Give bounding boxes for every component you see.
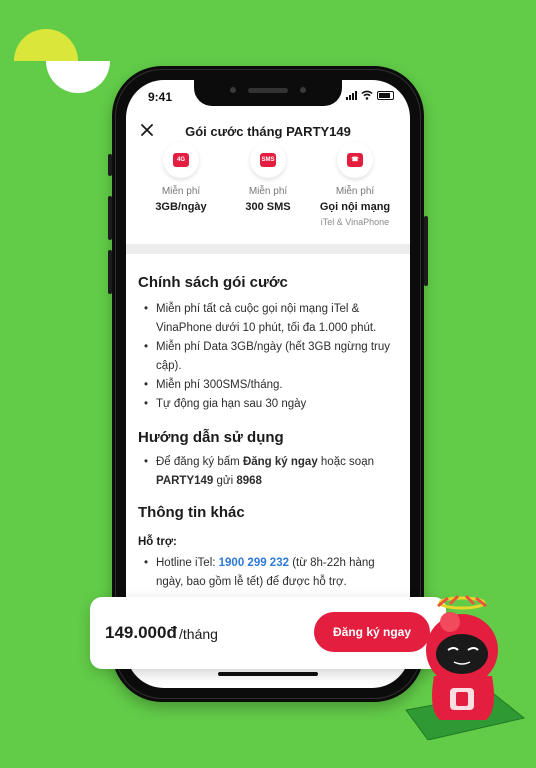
- price-unit: /tháng: [179, 626, 218, 642]
- feature-label: Miễn phí: [161, 186, 201, 197]
- feature-label: Miễn phí: [335, 186, 375, 197]
- volume-up-button: [108, 196, 112, 240]
- guide-syntax: PARTY149: [156, 475, 214, 487]
- mascot-illustration: [405, 594, 526, 740]
- sensor-dot: [230, 87, 236, 93]
- price-value: 149.000đ: [105, 623, 177, 642]
- volume-down-button: [108, 250, 112, 294]
- list-item: Tự động gia hạn sau 30 ngày: [138, 395, 400, 414]
- decor-white-half-circle: [46, 61, 110, 93]
- decor-yellow-half-circle: [14, 29, 78, 61]
- other-info-title: Thông tin khác: [138, 504, 245, 521]
- guide-text: Để đăng ký bấm: [156, 456, 243, 468]
- status-time: 9:41: [148, 90, 173, 104]
- list-item: Miễn phí tất cả cuộc gọi nội mạng iTel &…: [138, 300, 400, 338]
- section-divider: [126, 244, 410, 254]
- feature-note: iTel & VinaPhone: [320, 217, 390, 227]
- policy-list: Miễn phí tất cả cuộc gọi nội mạng iTel &…: [138, 300, 400, 414]
- page-title: Gói cước tháng PARTY149: [185, 124, 351, 139]
- speaker: [248, 88, 288, 93]
- guide-keyword: Đăng ký ngay: [242, 456, 318, 468]
- feature-label: Miễn phí: [248, 186, 288, 197]
- guide-title: Hướng dẫn sử dụng: [138, 429, 284, 446]
- status-icons: [346, 89, 394, 101]
- sms-icon: SMS: [250, 142, 286, 178]
- mute-switch: [108, 154, 112, 176]
- hotline-link[interactable]: 1900 299 232: [219, 557, 289, 569]
- home-indicator: [218, 672, 318, 676]
- guide-list: Để đăng ký bấm Đăng ký ngay hoặc soạn PA…: [138, 453, 400, 491]
- support-list: Hotline iTel: 1900 299 232 (từ 8h-22h hà…: [138, 554, 400, 592]
- battery-icon: [377, 90, 394, 100]
- feature-value: 300 SMS: [245, 201, 291, 213]
- support-label: Hỗ trợ:: [138, 536, 177, 548]
- list-item: Miễn phí 300SMS/tháng.: [138, 376, 400, 395]
- feature-value: Gọi nội mạng: [319, 201, 391, 213]
- feature-summary: 4G Miễn phí 3GB/ngày SMS Miễn phí 300 SM…: [126, 142, 410, 244]
- data-gift-icon: 4G: [163, 142, 199, 178]
- list-item: Miễn phí Data 3GB/ngày (hết 3GB ngừng tr…: [138, 338, 400, 376]
- power-button: [424, 216, 428, 286]
- guide-text: gửi: [213, 475, 237, 487]
- notch: [194, 80, 342, 106]
- guide-shortcode: 8968: [236, 475, 262, 487]
- signal-icon: [346, 90, 357, 100]
- list-item: Để đăng ký bấm Đăng ký ngay hoặc soạn PA…: [138, 453, 400, 491]
- guide-text: hoặc soạn: [317, 456, 374, 468]
- camera-dot: [300, 87, 306, 93]
- list-item: Hotline iTel: 1900 299 232 (từ 8h-22h hà…: [138, 554, 400, 592]
- phone-call-icon: ☎: [337, 142, 373, 178]
- policy-title: Chính sách gói cước: [138, 274, 288, 291]
- hotline-label: Hotline iTel:: [156, 557, 219, 569]
- feature-value: 3GB/ngày: [155, 201, 207, 213]
- price-bar: 149.000đ /tháng Đăng ký ngay: [90, 597, 446, 669]
- wifi-icon: [361, 90, 373, 100]
